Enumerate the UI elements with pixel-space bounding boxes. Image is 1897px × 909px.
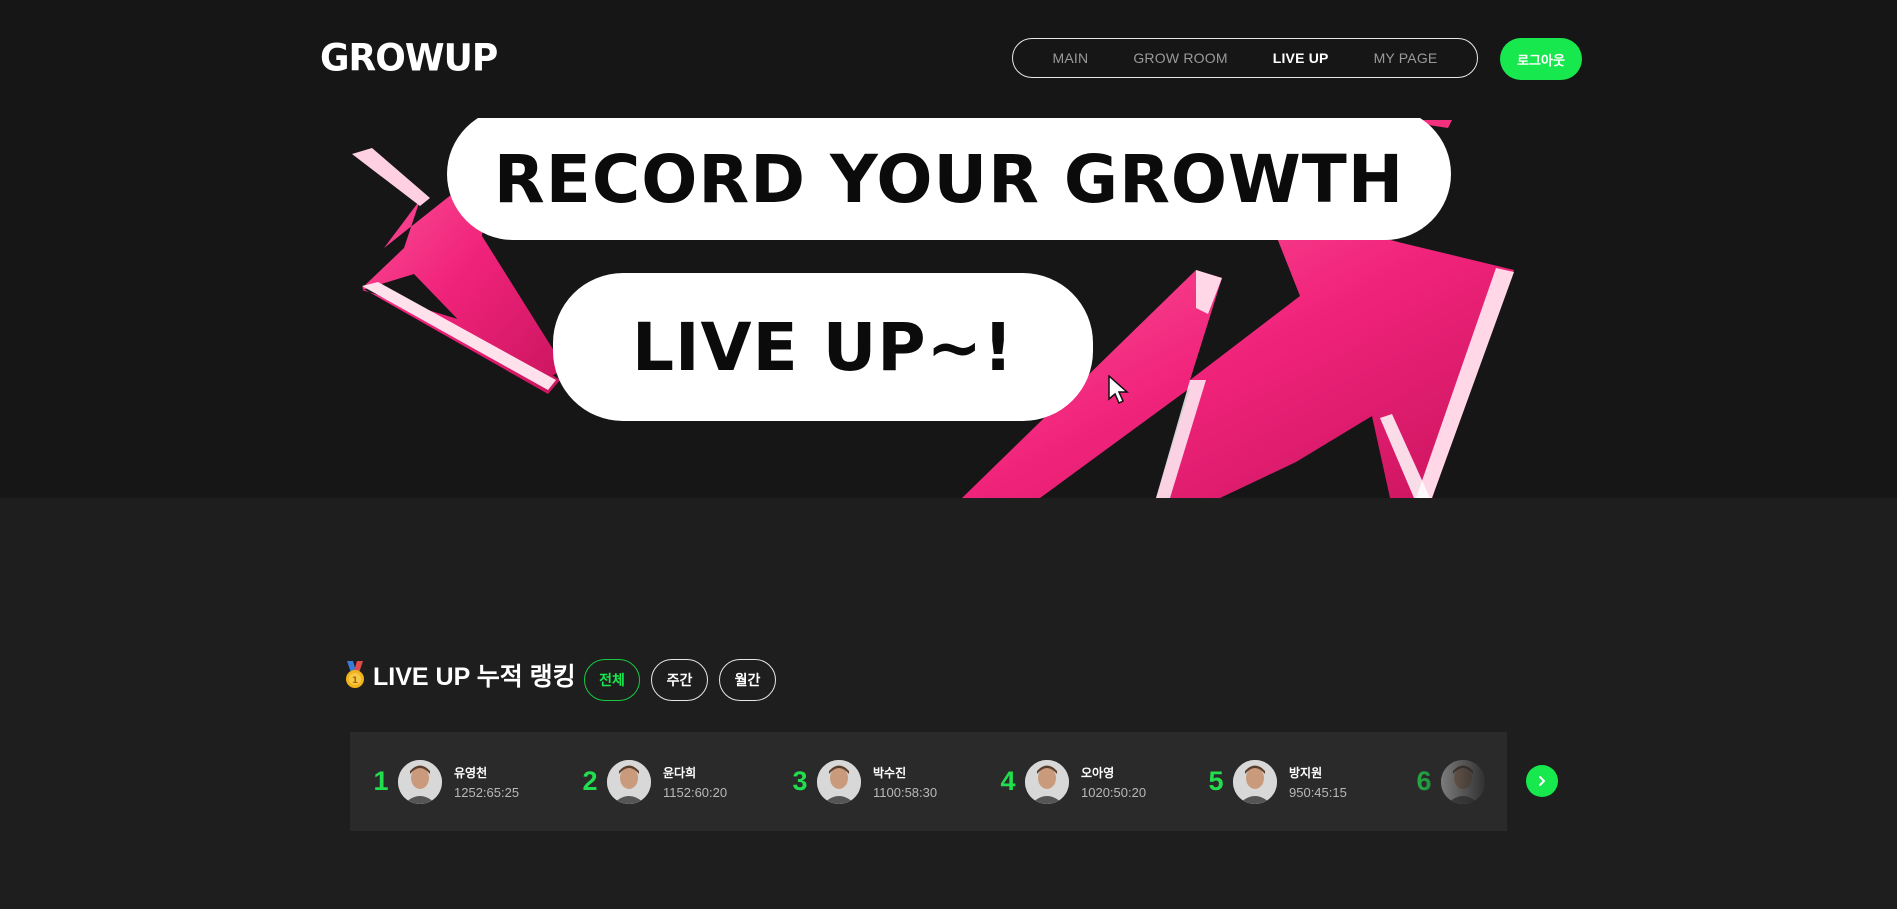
logo[interactable]: GROWUP (320, 37, 498, 80)
ranking-item[interactable]: 3 박수진 1100:58:30 (789, 732, 937, 831)
rank-user-name: 박수진 (873, 765, 907, 780)
avatar (398, 759, 442, 804)
nav-live-up[interactable]: LIVE UP (1273, 50, 1329, 66)
hero-headline: RECORD YOUR GROWTH (493, 140, 1405, 218)
tab-monthly[interactable]: 월간 (719, 659, 776, 701)
rank-number: 2 (582, 766, 598, 796)
rank-user-name: 오아영 (1081, 765, 1115, 780)
main-nav: MAIN GROW ROOM LIVE UP MY PAGE (1012, 38, 1478, 78)
ranking-tabs: 전체 주간 월간 (584, 659, 776, 701)
rank-user-time: 950:45:15 (1289, 784, 1347, 800)
ranking-list: 1 유영천 1252:65:25 2 윤다희 1152:60:20 3 박수진 … (350, 732, 1507, 831)
logout-button[interactable]: 로그아웃 (1500, 38, 1582, 80)
nav-grow-room[interactable]: GROW ROOM (1133, 50, 1227, 66)
chevron-right-icon (1539, 776, 1545, 786)
avatar (1025, 759, 1069, 804)
ranking-item[interactable]: 2 윤다희 1152:60:20 (579, 732, 727, 831)
rank-user-time: 1252:65:25 (454, 784, 520, 800)
rank-user-time: 1020:50:20 (1081, 784, 1147, 800)
rank-number: 5 (1208, 766, 1224, 796)
nav-main[interactable]: MAIN (1053, 50, 1089, 66)
rank-user-time: 1152:60:20 (663, 784, 728, 800)
tab-weekly[interactable]: 주간 (651, 659, 708, 701)
ranking-title: 1 LIVE UP 누적 랭킹 (343, 660, 576, 691)
rank-user-name: 윤다희 (663, 765, 697, 780)
ranking-item[interactable]: 1 유영천 1252:65:25 (370, 732, 519, 831)
avatar (607, 759, 651, 804)
hero-subheadline-pill: LIVE UP~! (553, 273, 1093, 421)
rank-user-name: 방지원 (1289, 765, 1323, 780)
nav-my-page[interactable]: MY PAGE (1374, 50, 1438, 66)
rank-number: 3 (792, 766, 808, 796)
ranking-item[interactable]: 5 방지원 950:45:15 (1205, 732, 1347, 831)
rank-number: 4 (1000, 766, 1016, 796)
avatar (817, 759, 861, 804)
ranking-item[interactable]: 4 오아영 1020:50:20 (997, 732, 1146, 831)
svg-text:1: 1 (352, 676, 358, 686)
rank-user-time: 1100:58:30 (873, 784, 938, 800)
hero-banner: RECORD YOUR GROWTH LIVE UP~! (0, 118, 1897, 498)
avatar (1233, 759, 1277, 804)
rank-number: 1 (373, 766, 389, 796)
mouse-cursor-icon (1108, 375, 1129, 405)
hero-headline-pill: RECORD YOUR GROWTH (447, 118, 1451, 240)
medal-icon: 1 (346, 661, 364, 688)
hero-subheadline: LIVE UP~! (631, 308, 1015, 386)
list-fade-overlay (1387, 732, 1507, 831)
rank-user-name: 유영천 (454, 765, 488, 780)
tab-all[interactable]: 전체 (584, 659, 640, 701)
ranking-title-text: LIVE UP 누적 랭킹 (373, 663, 576, 691)
ranking-next-button[interactable] (1526, 765, 1558, 797)
